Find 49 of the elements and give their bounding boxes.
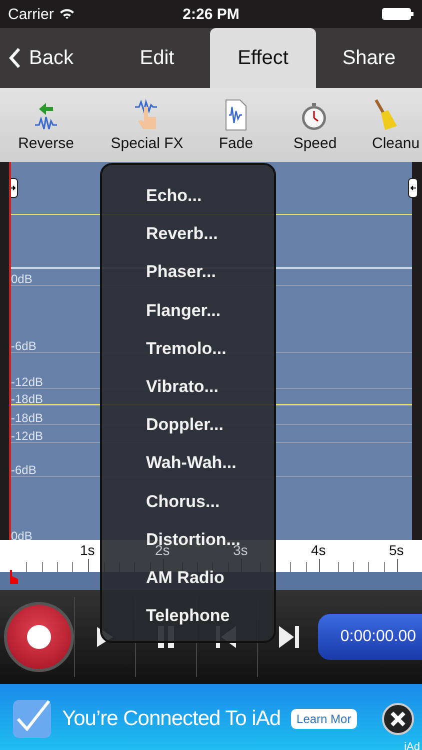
right-trim-handle[interactable] — [408, 178, 418, 198]
menu-item[interactable]: Telephone — [102, 597, 274, 636]
tool-button[interactable]: Cleanu — [360, 88, 418, 162]
ad-label: iAd — [404, 741, 420, 750]
ad-text: You’re Connected To iAd — [62, 707, 281, 731]
menu-item[interactable]: Echo... — [102, 177, 274, 216]
tab[interactable]: Edit — [104, 28, 210, 88]
db-label: -6dB — [11, 463, 36, 477]
time-label: 4s — [311, 542, 326, 558]
arrow-wave-icon — [33, 101, 59, 131]
time-label: 5s — [389, 542, 404, 558]
menu-item[interactable]: AM Radio — [102, 558, 274, 598]
tool-button[interactable]: Fade — [202, 88, 270, 162]
skip-forward-icon — [277, 626, 299, 648]
carrier-label: Carrier — [8, 6, 54, 22]
menu-item[interactable]: Phaser... — [102, 253, 274, 292]
db-label: 0dB — [11, 272, 32, 286]
battery-icon — [382, 8, 414, 20]
close-icon[interactable] — [382, 703, 414, 735]
checkmark-icon — [12, 699, 52, 739]
menu-item[interactable]: Doppler... — [102, 406, 274, 444]
broom-icon — [372, 99, 398, 131]
learn-more-button[interactable]: Learn Mor — [290, 709, 357, 729]
menu-item[interactable]: Wah-Wah... — [102, 444, 274, 482]
menu-item[interactable]: Reverb... — [102, 215, 274, 254]
tool-button[interactable]: Special FX — [92, 88, 202, 162]
wifi-icon — [58, 8, 75, 20]
menu-item[interactable]: Tremolo... — [102, 330, 274, 368]
ad-banner[interactable]: You’re Connected To iAd Learn Mor iAd — [0, 684, 422, 750]
tool-button[interactable]: Reverse — [0, 88, 92, 162]
tool-button[interactable]: Speed — [270, 88, 360, 162]
back-button[interactable]: Back — [0, 28, 104, 88]
menu-item[interactable]: Vibrato... — [102, 368, 274, 406]
back-chevron-icon — [8, 47, 21, 69]
time-label: 1s — [80, 542, 95, 558]
db-label: 0dB — [11, 529, 32, 543]
menu-item[interactable]: Flanger... — [102, 292, 274, 330]
elapsed-time: 0:00:00.00 — [340, 628, 416, 646]
db-label: -18dB — [11, 411, 44, 425]
menu-item[interactable]: Chorus... — [102, 482, 274, 521]
db-label: -6dB — [11, 339, 36, 353]
tab[interactable]: Effect — [210, 28, 316, 88]
db-label: -18dB — [11, 392, 44, 406]
tab[interactable]: Share — [316, 28, 422, 88]
db-label: -12dB — [11, 429, 44, 443]
status-time: 2:26 PM — [182, 6, 240, 22]
playhead-marker[interactable] — [10, 570, 18, 584]
db-label: -12dB — [11, 375, 44, 389]
document-wave-icon — [224, 99, 248, 131]
